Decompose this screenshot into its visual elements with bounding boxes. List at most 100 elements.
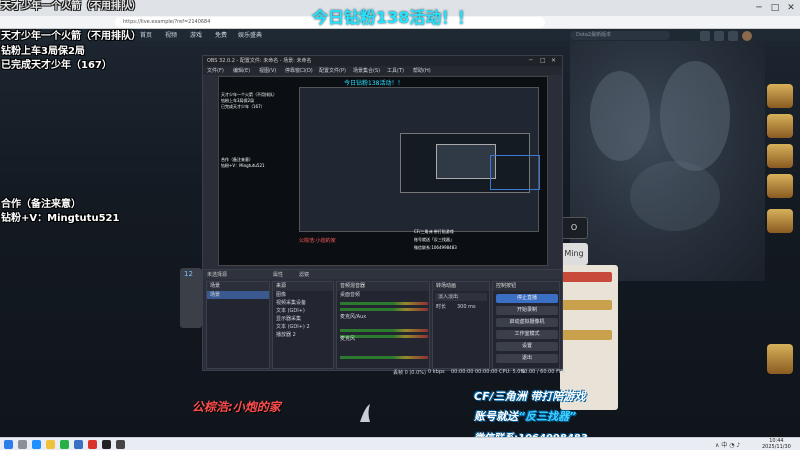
ming-button[interactable]: Ming: [560, 243, 588, 265]
app-icon[interactable]: [88, 440, 97, 449]
system-tray[interactable]: ∧ 中 ◔ ♪: [715, 440, 740, 449]
source-item[interactable]: 图像: [273, 291, 333, 299]
duration-value[interactable]: 300 ms: [457, 303, 476, 311]
search-icon[interactable]: [18, 440, 27, 449]
browser-icon[interactable]: [32, 440, 41, 449]
obs-title: OBS 32.0.2 - 配置文件: 未命名 - 场景: 未命名: [207, 58, 312, 64]
gift-badge[interactable]: [767, 114, 793, 138]
menu-profile[interactable]: 配置文件(P): [319, 67, 346, 74]
scene-item[interactable]: 场景: [207, 291, 269, 299]
status-time: 00:00:00: [451, 369, 474, 375]
app-icon[interactable]: [74, 440, 83, 449]
nav-home[interactable]: 首页: [140, 30, 152, 39]
obs-close-icon[interactable]: ✕: [551, 56, 556, 66]
menu-tools[interactable]: 工具(T): [387, 67, 404, 74]
message-icon[interactable]: [714, 31, 724, 41]
taskbar-clock[interactable]: 10:44 2025/11/30: [762, 438, 791, 450]
stream-banner: 今日钻粉138活动！！: [312, 8, 474, 27]
download-icon[interactable]: [728, 31, 738, 41]
obs-minimize-icon[interactable]: ─: [529, 56, 533, 66]
obs-source-toolbar: 未选择源 属性 滤镜: [203, 269, 562, 279]
brand-left: 公棕浩:小炮的家: [192, 400, 281, 414]
sources-title: 来源: [273, 282, 333, 291]
controls-dock: 控制按钮 停止直播 开始录制 启动虚拟摄像机 工作室模式 设置 退出: [492, 281, 560, 369]
status-fps: 60.00 / 60.00 FPS: [521, 369, 566, 375]
history-icon[interactable]: [700, 31, 710, 41]
exit-button[interactable]: 退出: [496, 354, 558, 363]
wechat-icon[interactable]: [60, 440, 69, 449]
clock-date: 2025/11/30: [762, 444, 791, 450]
duration-label: 时长: [436, 304, 447, 310]
menu-file[interactable]: 文件(F): [207, 67, 224, 74]
brand-right-line2-prefix: 账号就送: [474, 410, 518, 423]
source-item[interactable]: 显示器采集: [273, 315, 333, 323]
duration-row: 时长 300 ms: [433, 303, 489, 311]
minimize-icon[interactable]: ─: [752, 1, 766, 15]
menu-view[interactable]: 视图(V): [259, 67, 276, 74]
volume-meter[interactable]: [340, 308, 428, 311]
no-source-label: 未选择源: [207, 272, 228, 278]
source-item[interactable]: 视频采集设备: [273, 299, 333, 307]
preview-banner: 今日钻粉138活动！！: [344, 80, 404, 87]
gift-badge[interactable]: [767, 84, 793, 108]
avatar[interactable]: [742, 31, 752, 41]
obs-preview[interactable]: 今日钻粉138活动！！ 天才少年一个火箭（不用排队） 钻粉上车3局保2局 已完成…: [218, 76, 548, 266]
obs-icon[interactable]: [102, 440, 111, 449]
obs-menu-bar: 文件(F) 编辑(E) 视图(V) 停靠窗口(D) 配置文件(P) 场景集合(S…: [203, 66, 562, 75]
nav-game[interactable]: 游戏: [190, 30, 202, 39]
volume-meter[interactable]: [340, 329, 428, 332]
app-icon[interactable]: [116, 440, 125, 449]
gift-chip[interactable]: [562, 330, 612, 340]
scenes-dock: 场景 场景: [206, 281, 270, 369]
brand-right-line2: 账号就送“反三找器”: [474, 408, 576, 424]
preview-nested-capture-3: [436, 144, 496, 179]
brand-right-line2-highlight: “反三找器”: [518, 410, 577, 423]
volume-meter[interactable]: [340, 302, 428, 305]
source-item[interactable]: 文本 (GDI+) 2: [273, 323, 333, 331]
filters-button[interactable]: 滤镜: [299, 271, 309, 278]
virtual-camera-button[interactable]: 启动虚拟摄像机: [496, 318, 558, 327]
maximize-icon[interactable]: □: [768, 1, 782, 15]
transition-select[interactable]: 淡入淡出: [435, 293, 487, 301]
studio-mode-button[interactable]: 工作室模式: [496, 330, 558, 339]
preview-brand-right: 微信联系:1064998483: [414, 245, 457, 250]
gift-chip[interactable]: [562, 272, 612, 282]
status-kbps: 0 kbps: [428, 369, 445, 375]
nav-festival[interactable]: 娱乐盛典: [238, 30, 262, 39]
mixer-title: 音频混音器: [337, 282, 429, 291]
preview-line: 钻粉+V：Mingtutu521: [221, 163, 265, 168]
folder-icon[interactable]: [46, 440, 55, 449]
source-item[interactable]: 播放器 2: [273, 331, 333, 339]
settings-button[interactable]: 设置: [496, 342, 558, 351]
start-recording-button[interactable]: 开始录制: [496, 306, 558, 315]
source-item[interactable]: 文本 (GDI+): [273, 307, 333, 315]
gift-badge[interactable]: [767, 344, 793, 374]
gift-badge[interactable]: [767, 174, 793, 198]
properties-button[interactable]: 属性: [273, 271, 283, 278]
preview-brand-left: 公棕浩:小炮的家: [299, 238, 336, 244]
source-selection-box[interactable]: [490, 155, 540, 190]
menu-help[interactable]: 帮助(H): [413, 67, 431, 74]
site-search-input[interactable]: Dota2最新版本: [570, 31, 670, 40]
close-icon[interactable]: ✕: [784, 1, 798, 15]
gift-badge[interactable]: [767, 144, 793, 168]
menu-scene-collection[interactable]: 场景集合(S): [353, 67, 380, 74]
preview-brand-right: 账号就送「反三找器」: [414, 237, 454, 242]
transitions-title: 转场动画: [433, 282, 489, 291]
gift-chip[interactable]: [562, 300, 612, 310]
nav-video[interactable]: 视频: [165, 30, 177, 39]
stop-stream-button[interactable]: 停止直播: [496, 294, 558, 303]
obs-maximize-icon[interactable]: □: [540, 56, 546, 66]
start-icon[interactable]: [4, 440, 13, 449]
chat-tile-number: 12: [184, 270, 193, 278]
volume-meter[interactable]: [340, 356, 428, 359]
mixer-track-label: 麦克风/Aux: [340, 314, 367, 320]
gift-badge[interactable]: [767, 209, 793, 233]
menu-docks[interactable]: 停靠窗口(D): [285, 67, 313, 74]
overlay-line-top: 天才少年一个火箭（不用排队）: [1, 1, 141, 12]
o-button[interactable]: O: [560, 217, 588, 239]
nav-free[interactable]: 免费: [215, 30, 227, 39]
status-frames: 丢帧 0 (0.0%): [393, 370, 426, 376]
menu-edit[interactable]: 编辑(E): [233, 67, 250, 74]
overlay-line-3: 已完成天才少年（167）: [1, 60, 112, 71]
